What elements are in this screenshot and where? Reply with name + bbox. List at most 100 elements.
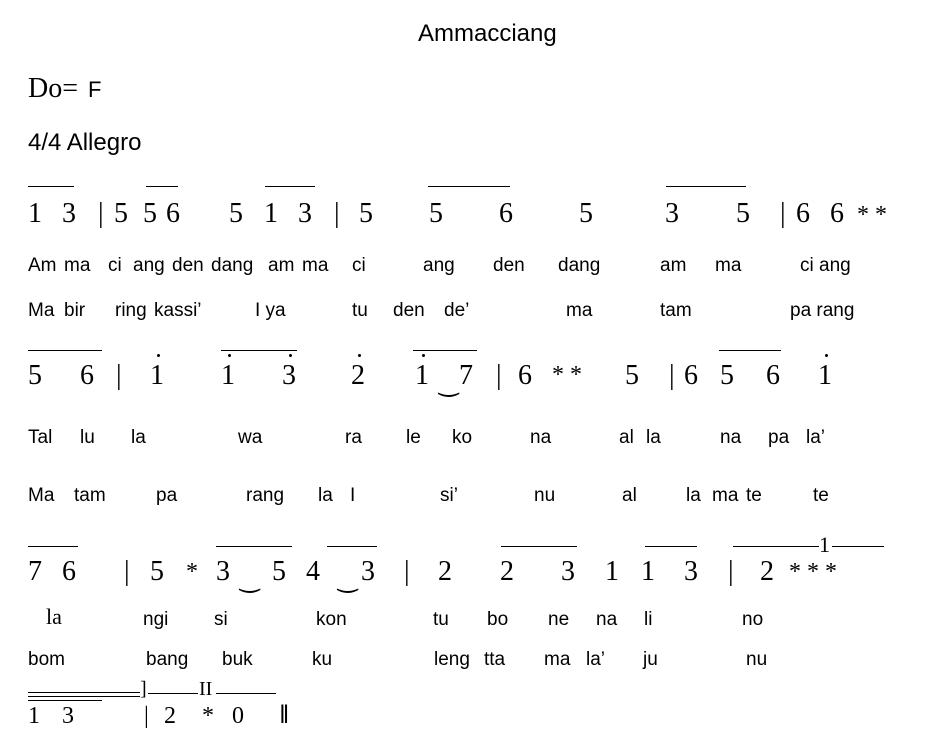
lyric: ma bbox=[302, 255, 329, 276]
note: 3 bbox=[62, 198, 76, 229]
lyric: tta bbox=[484, 649, 506, 670]
volta-line bbox=[28, 692, 140, 693]
high-octave-dot bbox=[422, 354, 425, 357]
barline: | bbox=[669, 360, 675, 391]
lyric: le bbox=[406, 427, 421, 448]
high-octave-dot bbox=[289, 354, 292, 357]
lyric: wa bbox=[238, 427, 263, 448]
lyric: la bbox=[686, 485, 701, 506]
barline: | bbox=[404, 556, 410, 587]
beam bbox=[28, 546, 78, 547]
lyric: rang bbox=[246, 485, 285, 506]
lyric: ko bbox=[452, 427, 473, 448]
lyric: tu bbox=[352, 300, 368, 321]
lyric: no bbox=[742, 609, 764, 630]
note: 6 bbox=[684, 360, 698, 391]
lyric: bang bbox=[146, 649, 189, 670]
note: 2 bbox=[500, 556, 514, 587]
beam bbox=[501, 546, 577, 547]
note: 3 bbox=[684, 556, 698, 587]
note: 6 bbox=[499, 198, 513, 229]
note: 6 bbox=[796, 198, 810, 229]
lyric: buk bbox=[222, 649, 253, 670]
volta-line bbox=[28, 696, 140, 697]
note: 0 bbox=[232, 703, 244, 729]
note: 6 bbox=[518, 360, 532, 391]
rest-mark: * bbox=[202, 703, 214, 729]
key-do-label: Do= bbox=[28, 73, 79, 104]
song-title: Ammacciang bbox=[418, 20, 557, 47]
lyric: ci ang bbox=[800, 255, 851, 276]
beam bbox=[146, 186, 178, 187]
beam bbox=[28, 350, 102, 351]
lyric: kassi’ bbox=[154, 300, 202, 321]
lyric: al bbox=[619, 427, 634, 448]
note: 1 bbox=[264, 198, 278, 229]
rest-marks: * * bbox=[552, 362, 582, 388]
note: 6 bbox=[830, 198, 844, 229]
key-note: F bbox=[88, 77, 102, 102]
note: 3 bbox=[282, 360, 296, 391]
lyric: ang bbox=[423, 255, 455, 276]
note: 2 bbox=[164, 703, 176, 729]
rest-marks: * * * bbox=[789, 559, 837, 585]
lyric: li bbox=[644, 609, 653, 630]
lyric: ra bbox=[345, 427, 362, 448]
note: 2 bbox=[351, 360, 365, 391]
slur: ‿ bbox=[338, 567, 358, 593]
lyric: nu bbox=[534, 485, 556, 506]
lyric: bo bbox=[487, 609, 509, 630]
volta-bracket: ] bbox=[140, 678, 147, 700]
lyric: ma bbox=[715, 255, 742, 276]
note: 2 bbox=[438, 556, 452, 587]
lyric: tam bbox=[74, 485, 106, 506]
volta-line bbox=[216, 693, 276, 694]
lyric: la bbox=[318, 485, 333, 506]
barline: | bbox=[496, 360, 502, 391]
slur: ‿ bbox=[240, 567, 260, 593]
barline: | bbox=[116, 360, 122, 391]
lyric: ci bbox=[108, 255, 122, 276]
note: 3 bbox=[361, 556, 375, 587]
lyric: si bbox=[214, 609, 228, 630]
lyric: kon bbox=[316, 609, 347, 630]
lyric: nu bbox=[746, 649, 768, 670]
barline: | bbox=[728, 556, 734, 587]
lyric: bom bbox=[28, 649, 65, 670]
note: 5 bbox=[272, 556, 286, 587]
lyric: pa rang bbox=[790, 300, 855, 321]
volta-number: II bbox=[199, 678, 213, 700]
barline: | bbox=[98, 198, 104, 229]
note: 3 bbox=[62, 703, 74, 729]
note: 5 bbox=[229, 198, 243, 229]
high-octave-dot bbox=[228, 354, 231, 357]
lyric: te bbox=[746, 485, 762, 506]
lyric: ma bbox=[566, 300, 593, 321]
lyric: bir bbox=[64, 300, 86, 321]
note: 5 bbox=[114, 198, 128, 229]
rest-marks: * * bbox=[857, 202, 887, 228]
note: 4 bbox=[306, 556, 320, 587]
beam bbox=[666, 186, 746, 187]
lyric: tam bbox=[660, 300, 692, 321]
beam bbox=[221, 350, 297, 351]
lyric: den bbox=[493, 255, 525, 276]
note: 5 bbox=[736, 198, 750, 229]
volta-line bbox=[733, 546, 819, 547]
lyric: Tal bbox=[28, 427, 53, 448]
note: 1 bbox=[221, 360, 235, 391]
note: 1 bbox=[28, 198, 42, 229]
lyric: lu bbox=[80, 427, 95, 448]
note: 1 bbox=[641, 556, 655, 587]
beam bbox=[28, 186, 74, 187]
beam bbox=[413, 350, 477, 351]
note: 5 bbox=[625, 360, 639, 391]
lyric: ne bbox=[548, 609, 570, 630]
note: 5 bbox=[429, 198, 443, 229]
lyric: ku bbox=[312, 649, 333, 670]
final-barline: ‖ bbox=[280, 700, 289, 729]
lyric: la’ bbox=[586, 649, 606, 670]
barline: | bbox=[144, 703, 149, 729]
lyric: leng bbox=[434, 649, 470, 670]
note: 1 bbox=[150, 360, 164, 391]
